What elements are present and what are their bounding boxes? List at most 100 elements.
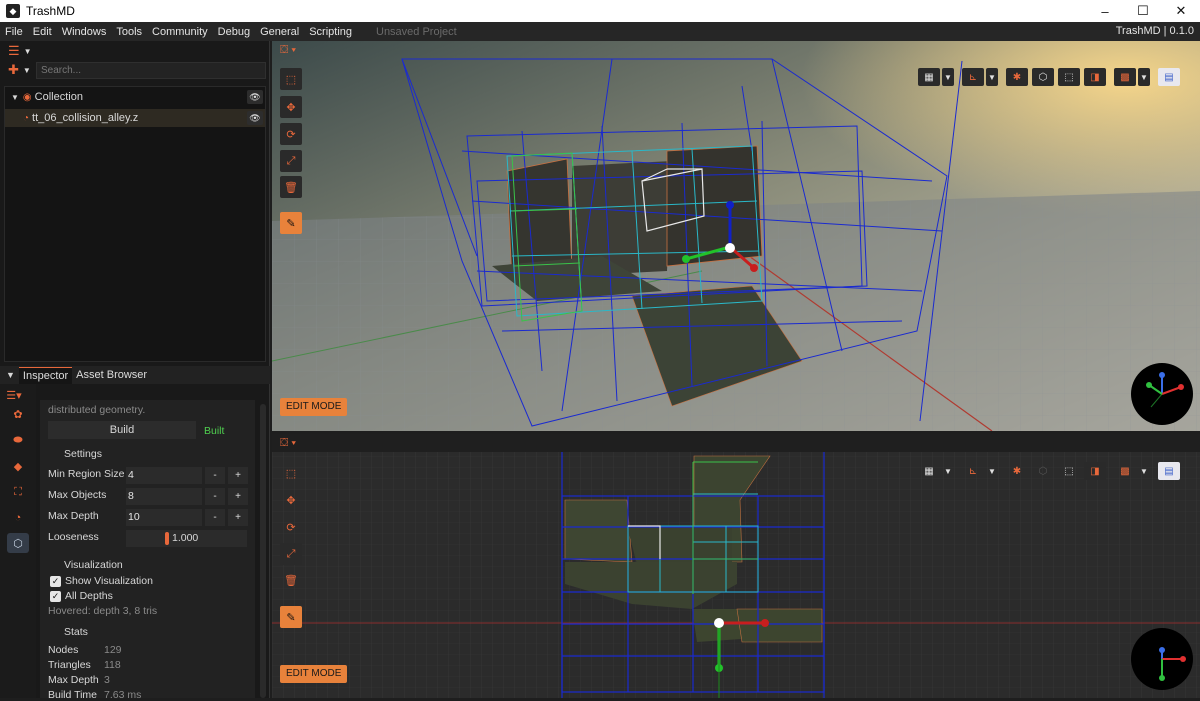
move-tool-icon[interactable]: ✥ [280, 489, 302, 511]
chevron-down-icon[interactable]: ▼ [1138, 462, 1150, 480]
max-objects-decrement[interactable]: - [205, 488, 225, 505]
rotate-tool-icon[interactable]: ⟳ [280, 516, 302, 538]
slider-handle[interactable] [165, 532, 169, 545]
camera-icon[interactable]: ⛋ ▾ [280, 437, 296, 450]
component-description: distributed geometry. [48, 404, 146, 416]
menu-windows[interactable]: Windows [57, 26, 112, 38]
menu-scripting[interactable]: Scripting [304, 26, 357, 38]
object-icon[interactable]: ✿ [10, 406, 26, 422]
menu-bar: File Edit Windows Tools Community Debug … [0, 22, 1200, 41]
close-button[interactable]: ✕ [1162, 0, 1200, 22]
axis-icon[interactable]: ⊾ [962, 462, 984, 480]
search-input[interactable]: Search... [36, 62, 266, 79]
grid-icon[interactable]: ▦ [918, 462, 940, 480]
min-region-decrement[interactable]: - [205, 467, 225, 484]
scene-tree: ▼ ◉ Collection 👁 ◔ tt_06_collision_alley… [4, 86, 266, 362]
max-objects-field[interactable]: 8 [126, 488, 202, 505]
hierarchy-menu-icon[interactable]: ☰ [8, 43, 20, 59]
chevron-down-icon[interactable]: ▼ [24, 47, 32, 56]
wireframe-icon[interactable]: ⬚ [1058, 68, 1080, 86]
chevron-down-icon[interactable]: ▼ [986, 462, 998, 480]
shading-icon[interactable]: ⬡ [1032, 68, 1054, 86]
max-objects-increment[interactable]: + [228, 488, 248, 505]
show-visualization-checkbox[interactable]: ✓ [50, 576, 61, 587]
snap-icon[interactable]: ✱ [1006, 68, 1028, 86]
delete-tool-icon[interactable]: 🗑 [280, 176, 302, 198]
max-depth-increment[interactable]: + [228, 509, 248, 526]
chevron-down-icon[interactable]: ▼ [1138, 68, 1150, 86]
inspector-tabs: ▼ Inspector Asset Browser [0, 366, 270, 384]
grid-icon[interactable]: ▦ [918, 68, 940, 86]
chevron-down-icon[interactable]: ▼ [942, 68, 954, 86]
tab-inspector[interactable]: Inspector [18, 366, 73, 384]
material-icon[interactable]: ⬬ [10, 432, 26, 448]
visualization-header: Visualization [64, 559, 123, 571]
orientation-gizmo[interactable] [1131, 363, 1193, 425]
perspective-viewport[interactable]: ⛋ ▾ ⬚ ✥ ⟳ ⤢ 🗑 ✎ ▦ ▼ ⊾ ▼ ✱ ⬡ ⬚ ◨ ▩ ▼ ▤ ED… [272, 41, 1200, 431]
viewport-toolbar: ▦ ▼ ⊾ ▼ ✱ ⬡ ⬚ ◨ ▩ ▼ ▤ [914, 462, 1180, 480]
select-tool-icon[interactable]: ⬚ [280, 462, 302, 484]
stat-value: 118 [104, 659, 121, 671]
chevron-down-icon[interactable]: ▼ [986, 68, 998, 86]
camera-icon[interactable]: ⛋ ▾ [280, 44, 296, 57]
minimize-button[interactable]: – [1086, 0, 1124, 22]
stats-header: Stats [64, 626, 88, 638]
menu-edit[interactable]: Edit [28, 26, 57, 38]
menu-general[interactable]: General [255, 26, 304, 38]
edit-mode-badge[interactable]: EDIT MODE [280, 665, 348, 683]
looseness-slider[interactable]: 1.000 [126, 530, 247, 547]
chevron-down-icon[interactable]: ▼ [23, 66, 31, 75]
tab-asset-browser[interactable]: Asset Browser [72, 367, 151, 383]
lighting-icon[interactable]: ◨ [1084, 462, 1106, 480]
orientation-gizmo[interactable] [1131, 628, 1193, 690]
min-region-field[interactable]: 4 [126, 467, 202, 484]
stat-value: 3 [104, 674, 110, 686]
panel-menu-icon[interactable]: ▼ [6, 370, 15, 380]
wireframe-icon[interactable]: ⬚ [1058, 462, 1080, 480]
mesh-icon[interactable]: ◔ [10, 510, 26, 526]
menu-debug[interactable]: Debug [213, 26, 255, 38]
tree-row-collection[interactable]: ▼ ◉ Collection 👁 [5, 88, 265, 106]
select-tool-icon[interactable]: ⬚ [280, 68, 302, 90]
menu-community[interactable]: Community [147, 26, 213, 38]
maximize-button[interactable]: ☐ [1124, 0, 1162, 22]
mesh-icon: ◔ [23, 112, 30, 124]
stats-icon[interactable]: ▤ [1158, 68, 1180, 86]
shading-icon[interactable]: ⬡ [1032, 462, 1054, 480]
lighting-icon[interactable]: ◨ [1084, 68, 1106, 86]
delete-tool-icon[interactable]: 🗑 [280, 569, 302, 591]
bounds-icon[interactable]: ⛶ [10, 484, 26, 500]
rotate-tool-icon[interactable]: ⟳ [280, 123, 302, 145]
max-depth-decrement[interactable]: - [205, 509, 225, 526]
transform-icon[interactable]: ◆ [10, 458, 26, 474]
chevron-down-icon[interactable]: ▼ [11, 93, 19, 102]
edit-tool-icon[interactable]: ✎ [280, 212, 302, 234]
build-button[interactable]: Build [48, 421, 196, 439]
tree-row-item[interactable]: ◔ tt_06_collision_alley.z 👁 [5, 109, 265, 127]
visibility-eye-icon[interactable]: 👁 [247, 111, 263, 125]
collection-icon: ◉ [22, 91, 32, 103]
edit-tool-icon[interactable]: ✎ [280, 606, 302, 628]
all-depths-checkbox[interactable]: ✓ [50, 591, 61, 602]
texture-icon[interactable]: ▩ [1114, 462, 1136, 480]
left-panel: ☰ ▼ ✚ ▼ Search... ▼ ◉ Collection 👁 ◔ tt_… [0, 41, 270, 701]
move-tool-icon[interactable]: ✥ [280, 96, 302, 118]
axis-icon[interactable]: ⊾ [962, 68, 984, 86]
snap-icon[interactable]: ✱ [1006, 462, 1028, 480]
stats-icon[interactable]: ▤ [1158, 462, 1180, 480]
menu-file[interactable]: File [0, 26, 28, 38]
add-object-icon[interactable]: ✚ [8, 62, 19, 78]
edit-mode-badge[interactable]: EDIT MODE [280, 398, 348, 416]
scale-tool-icon[interactable]: ⤢ [280, 543, 302, 565]
octree-icon[interactable]: ⬡ [7, 533, 29, 553]
menu-tools[interactable]: Tools [111, 26, 147, 38]
chevron-down-icon[interactable]: ▼ [942, 462, 954, 480]
max-depth-field[interactable]: 10 [126, 509, 202, 526]
inspector-scrollbar[interactable] [260, 404, 266, 698]
texture-icon[interactable]: ▩ [1114, 68, 1136, 86]
top-viewport[interactable]: ⛋ ▾ ⬚ ✥ ⟳ ⤢ 🗑 ✎ ▦ ▼ ⊾ ▼ ✱ ⬡ ⬚ ◨ ▩ ▼ ▤ ED… [272, 434, 1200, 698]
visibility-eye-icon[interactable]: 👁 [247, 90, 263, 104]
min-region-increment[interactable]: + [228, 467, 248, 484]
component-menu-icon[interactable]: ☰▾ [6, 387, 22, 403]
scale-tool-icon[interactable]: ⤢ [280, 150, 302, 172]
